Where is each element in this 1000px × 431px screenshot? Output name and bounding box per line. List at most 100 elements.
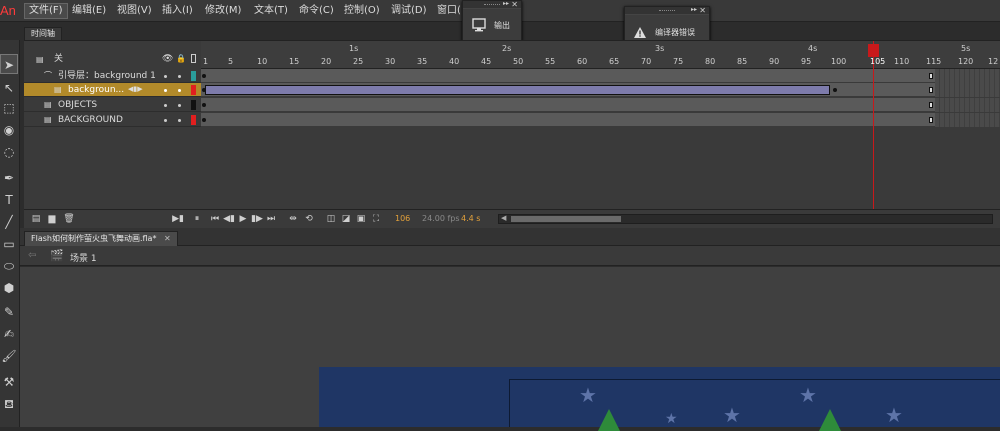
menu-debug[interactable]: 调试(D): [387, 3, 431, 19]
layer-name[interactable]: BACKGROUND: [58, 113, 123, 127]
text-tool-icon[interactable]: T: [0, 190, 18, 210]
modify-markers-icon[interactable]: ⛶: [370, 213, 382, 225]
star-shape[interactable]: ★: [665, 409, 678, 429]
menu-commands[interactable]: 命令(C): [295, 3, 338, 19]
keyframe[interactable]: [833, 88, 837, 92]
step-back-icon[interactable]: ◀▮: [223, 213, 235, 225]
loop-icon[interactable]: ⟲: [303, 213, 315, 225]
end-frame[interactable]: [929, 73, 933, 79]
elapsed-time-value[interactable]: 4.4 s: [461, 214, 480, 223]
tree-shape[interactable]: [598, 409, 620, 431]
motion-tween-span[interactable]: [205, 85, 830, 95]
playhead-line[interactable]: [873, 41, 874, 213]
frame-row-objects[interactable]: [201, 98, 1000, 112]
scroll-left-icon[interactable]: ◀: [501, 214, 506, 222]
empty-frames[interactable]: [935, 98, 1000, 112]
menu-view[interactable]: 视图(V): [113, 3, 156, 19]
empty-frames[interactable]: [935, 113, 1000, 127]
free-transform-tool-icon[interactable]: ⬚: [0, 98, 18, 118]
layer-color-swatch[interactable]: [191, 85, 196, 95]
lasso-tool-icon[interactable]: ◌: [0, 142, 18, 162]
lock-dot[interactable]: [178, 75, 181, 78]
layer-row-background[interactable]: ▤ backgroun... ◀▮▶: [24, 83, 201, 97]
collapse-arrows-icon[interactable]: ▸▸: [503, 0, 509, 7]
go-to-last-icon[interactable]: ⏭: [265, 213, 277, 225]
paint-brush-tool-icon[interactable]: 🖌: [0, 346, 18, 366]
eye-icon[interactable]: 👁: [162, 55, 173, 64]
oval-tool-icon[interactable]: ⬭: [0, 256, 18, 276]
menu-edit[interactable]: 编辑(E): [68, 3, 110, 19]
brush-tool-icon[interactable]: ✍: [0, 324, 18, 344]
visibility-dot[interactable]: [164, 119, 167, 122]
tree-shape[interactable]: [819, 409, 841, 431]
lock-icon[interactable]: 🔒: [176, 54, 186, 63]
menu-text[interactable]: 文本(T): [250, 3, 292, 19]
center-frame-icon[interactable]: ⇹: [287, 213, 299, 225]
empty-frames[interactable]: [935, 83, 1000, 97]
output-panel-header[interactable]: ▸▸ ✕: [463, 0, 521, 9]
layer-color-swatch[interactable]: [191, 71, 196, 81]
polystar-tool-icon[interactable]: ⬢: [0, 278, 18, 298]
subselection-tool-icon[interactable]: ↖: [0, 78, 18, 98]
timeline-scrollbar[interactable]: ◀: [498, 214, 993, 224]
edit-multiple-frames-icon[interactable]: ▣: [355, 213, 367, 225]
frame-row-background[interactable]: [201, 83, 1000, 97]
end-frame[interactable]: [929, 102, 933, 108]
star-shape[interactable]: ★: [799, 385, 817, 405]
menu-insert[interactable]: 插入(I): [158, 3, 197, 19]
layer-row-background-2[interactable]: ▤ BACKGROUND: [24, 113, 201, 127]
frame-row-background-2[interactable]: [201, 113, 1000, 127]
lock-dot[interactable]: [178, 119, 181, 122]
keyframe[interactable]: [202, 103, 206, 107]
lock-dot[interactable]: [178, 104, 181, 107]
onion-skin-icon[interactable]: ◫: [325, 213, 337, 225]
star-shape[interactable]: ★: [885, 405, 903, 425]
tab-timeline[interactable]: 时间轴: [24, 27, 62, 40]
output-panel[interactable]: ▸▸ ✕ 输出: [462, 0, 522, 42]
menu-window[interactable]: 窗口(: [433, 3, 465, 19]
rectangle-tool-icon[interactable]: ▭: [0, 234, 18, 254]
fps-value[interactable]: 24.00 fps: [422, 214, 460, 223]
menu-modify[interactable]: 修改(M): [201, 3, 245, 19]
layer-color-swatch[interactable]: [191, 115, 196, 125]
compiler-panel-header[interactable]: ▸▸ ✕: [625, 6, 709, 15]
scene-name[interactable]: 场景 1: [70, 251, 97, 264]
back-arrow-icon[interactable]: ⇦: [28, 250, 36, 261]
menu-file[interactable]: 文件(F): [24, 3, 68, 19]
layer-color-swatch[interactable]: [191, 100, 196, 110]
collapse-arrows-icon[interactable]: ▸▸: [691, 6, 697, 13]
frame-row-guide[interactable]: [201, 69, 1000, 83]
new-layer-icon[interactable]: ▤: [30, 213, 42, 225]
star-shape[interactable]: ★: [579, 385, 597, 405]
menu-control[interactable]: 控制(O): [340, 3, 384, 19]
visibility-dot[interactable]: [164, 75, 167, 78]
layer-name[interactable]: OBJECTS: [58, 98, 97, 112]
close-icon[interactable]: ✕: [164, 234, 171, 243]
scrollbar-thumb[interactable]: [511, 216, 621, 222]
layer-name[interactable]: 引导层：background 1: [58, 69, 156, 83]
close-icon[interactable]: ✕: [511, 0, 518, 9]
pause-icon[interactable]: ⏸: [191, 213, 203, 225]
paint-bucket-tool-icon[interactable]: ⛾: [0, 394, 18, 414]
current-frame-value[interactable]: 106: [395, 214, 410, 223]
pasteboard[interactable]: ★ ★ ★ ★ ★: [20, 267, 1000, 431]
keyframe[interactable]: [202, 118, 206, 122]
visibility-dot[interactable]: [164, 89, 167, 92]
delete-layer-icon[interactable]: 🗑: [63, 213, 75, 225]
play-icon[interactable]: ▶: [237, 213, 249, 225]
layer-row-guide[interactable]: ⌒ 引导层：background 1: [24, 69, 201, 83]
frames-area[interactable]: 1s 2s 3s 4s 5s 1 5 10 15 20 25 30 35 40 …: [201, 41, 1000, 228]
layer-name[interactable]: backgroun...: [68, 83, 124, 97]
outline-icon[interactable]: [191, 54, 196, 63]
star-shape[interactable]: ★: [723, 405, 741, 425]
3d-rotation-tool-icon[interactable]: ◉: [0, 120, 18, 140]
step-forward-icon[interactable]: ▮▶: [251, 213, 263, 225]
line-tool-icon[interactable]: ╱: [0, 212, 18, 232]
new-folder-icon[interactable]: ▆: [46, 213, 58, 225]
close-icon[interactable]: ✕: [699, 6, 706, 15]
empty-frames[interactable]: [935, 69, 1000, 83]
pen-tool-icon[interactable]: ✒: [0, 168, 18, 188]
bone-tool-icon[interactable]: ⚒: [0, 372, 18, 392]
end-frame[interactable]: [929, 87, 933, 93]
go-to-first-icon[interactable]: ⏮: [209, 213, 221, 225]
